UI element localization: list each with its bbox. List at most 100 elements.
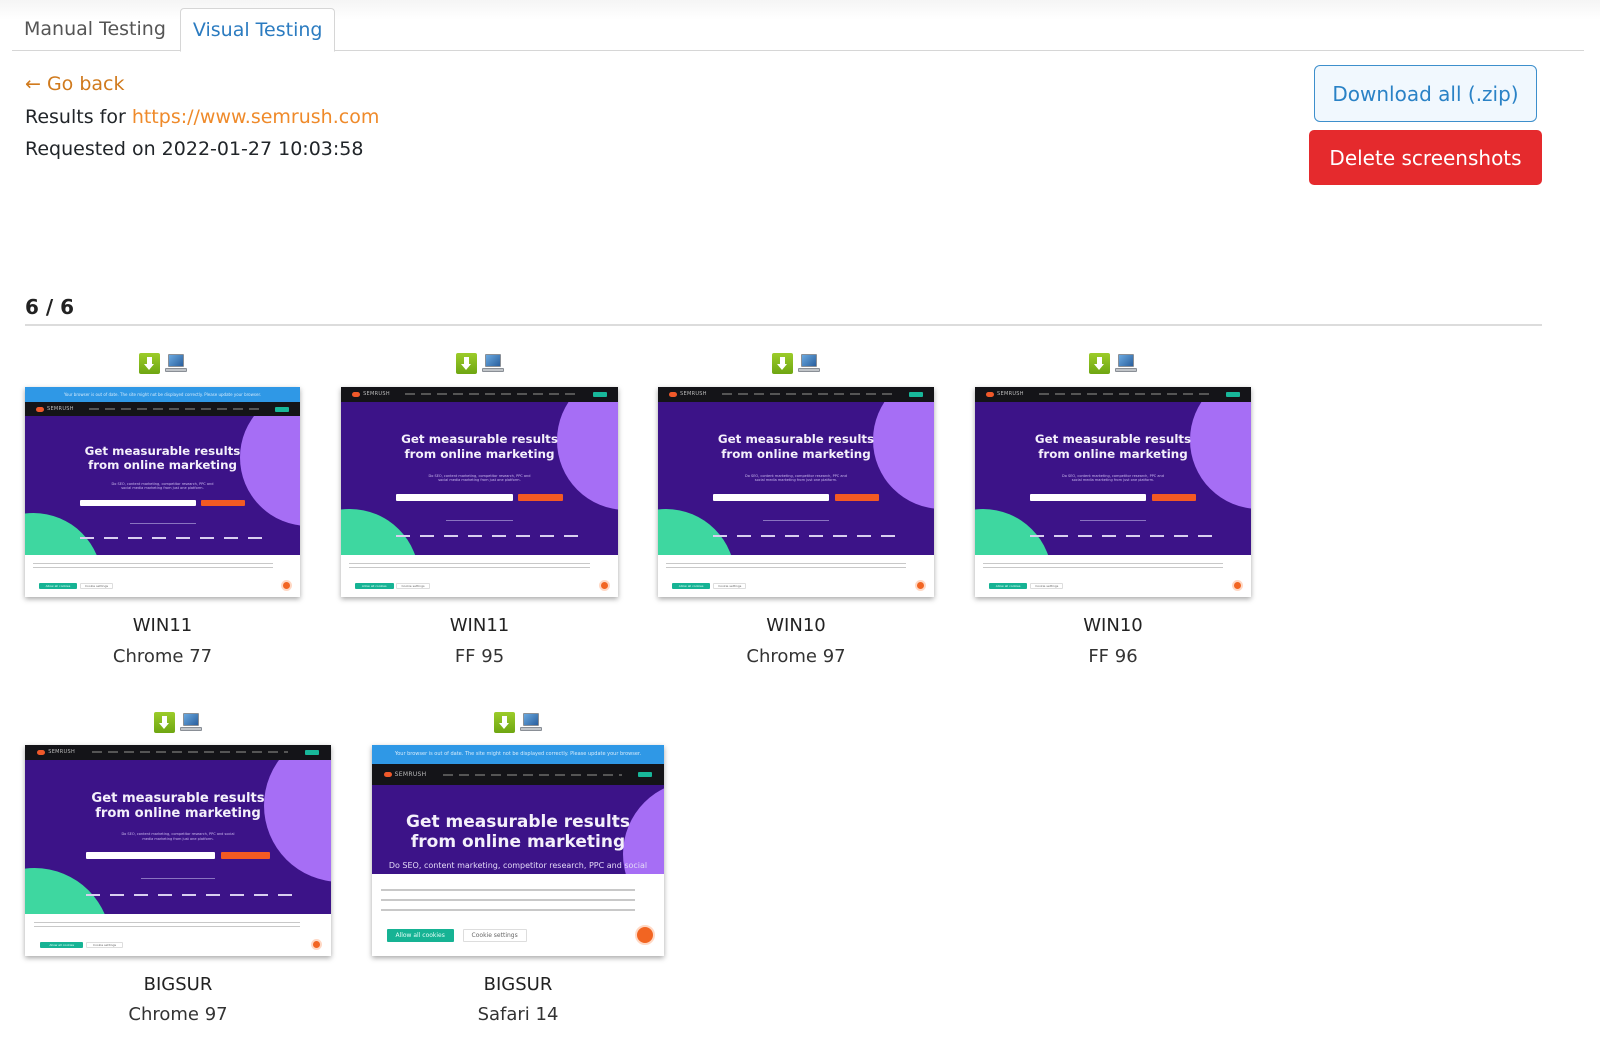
screenshot-thumbnail[interactable]: Your browser is out of date. The site mi… <box>372 745 664 956</box>
screenshot-thumbnail[interactable]: SEMRUSH Get measurable results from online… <box>341 387 618 597</box>
screenshot-thumbnail[interactable]: SEMRUSH Get measurable results from online… <box>975 387 1251 597</box>
allow-cookies-button: Allow all cookies <box>40 942 84 948</box>
decor-shape <box>975 508 1053 555</box>
download-icon[interactable] <box>455 353 477 374</box>
decor-shape <box>25 867 111 914</box>
allow-cookies-button: Allow all cookies <box>354 583 394 589</box>
screenshot-card: SEMRUSH Get measurable results from online… <box>25 712 331 1034</box>
os-label: BIGSUR <box>483 974 553 995</box>
download-icon[interactable] <box>138 353 160 374</box>
cookie-banner: Allow all cookies Cookie settings <box>341 555 618 597</box>
site-headline: Get measurable results from online market… <box>84 444 241 473</box>
computer-base <box>798 368 820 372</box>
computer-base <box>1115 368 1137 372</box>
cookie-settings-button: Cookie settings <box>462 929 527 942</box>
brand-logos <box>713 535 901 538</box>
delete-screenshots-button[interactable]: Delete screenshots <box>1309 130 1542 185</box>
card-icons <box>455 353 504 374</box>
computer-base <box>481 368 504 372</box>
cookie-banner: Allow all cookies Cookie settings <box>975 555 1251 597</box>
site-headline: Get measurable results from online market… <box>401 432 558 461</box>
requested-on-text: Requested on 2022-01-27 10:03:58 <box>25 138 364 160</box>
semrush-logo-icon <box>669 391 678 397</box>
results-count: 6 / 6 <box>25 295 75 319</box>
allow-cookies-button: Allow all cookies <box>671 583 711 589</box>
site-search-input <box>396 493 513 501</box>
computer-base <box>520 727 542 731</box>
site-nav-links <box>722 393 894 396</box>
chat-bubble-icon <box>310 939 322 950</box>
os-label: WIN10 <box>766 615 826 636</box>
card-icons <box>154 712 202 733</box>
card-icons <box>1089 353 1137 374</box>
browser-label: FF 95 <box>454 646 505 667</box>
screenshot-thumbnail[interactable]: SEMRUSH Get measurable results from online… <box>25 745 331 956</box>
go-back-link[interactable]: ← Go back <box>25 68 125 101</box>
site-headline: Get measurable results from online market… <box>91 790 265 822</box>
decor-shape <box>658 508 736 555</box>
cookie-banner: Allow all cookies Cookie settings <box>25 555 300 597</box>
screenshot-thumbnail[interactable]: SEMRUSH Get measurable results from online… <box>658 387 934 597</box>
download-all-button[interactable]: Download all (.zip) <box>1314 65 1537 122</box>
chat-bubble-icon <box>280 580 292 591</box>
tab-visual-testing[interactable]: Visual Testing <box>179 8 336 52</box>
screenshot-thumbnail[interactable]: Your browser is out of date. The site mi… <box>25 387 300 597</box>
decor-shape <box>25 513 102 555</box>
semrush-logo-icon <box>352 391 361 397</box>
cookie-text-line <box>380 898 635 901</box>
site-brand: SEMRUSH <box>48 749 76 756</box>
site-subtitle: Do SEO, content marketing, competitor re… <box>745 473 847 483</box>
site-nav-links <box>91 751 288 754</box>
site-headline: Get measurable results from online market… <box>406 811 630 853</box>
results-url-link[interactable]: https://www.semrush.com <box>132 106 380 128</box>
computer-screen <box>167 354 184 367</box>
site-headline: Get measurable results from online market… <box>717 432 875 461</box>
site-nav-links <box>442 773 623 776</box>
chat-bubble-icon <box>914 580 926 591</box>
site-headline: Get measurable results from online market… <box>1034 432 1192 461</box>
site-subtitle: Do SEO, content marketing, competitor re… <box>1062 473 1164 483</box>
site-brand: SEMRUSH <box>680 391 707 398</box>
browser-label: Chrome 77 <box>112 646 213 667</box>
cookie-settings-button: Cookie settings <box>396 583 430 589</box>
site-brand: SEMRUSH <box>394 771 427 779</box>
tab-bar: Manual Testing Visual Testing <box>12 8 1584 52</box>
trusted-by-text <box>762 519 830 521</box>
cookie-banner: Allow all cookies Cookie settings <box>658 555 934 597</box>
results-for-label: Results for <box>25 105 132 128</box>
download-icon[interactable] <box>494 712 515 733</box>
site-nav-links <box>405 393 578 396</box>
computer-base <box>180 727 202 731</box>
brand-logos <box>1030 535 1218 538</box>
site-search-input <box>80 499 196 506</box>
cookie-text-line <box>380 908 635 911</box>
outdated-browser-banner: Your browser is out of date. The site mi… <box>372 745 664 764</box>
os-label: WIN10 <box>1083 615 1143 636</box>
computer-screen <box>801 354 817 367</box>
allow-cookies-button: Allow all cookies <box>38 583 78 589</box>
brand-logos <box>396 535 585 538</box>
site-navbar: SEMRUSH <box>25 401 300 417</box>
download-icon[interactable] <box>154 712 175 733</box>
screenshot-card: SEMRUSH Get measurable results from online… <box>341 353 618 676</box>
trusted-by-text <box>129 523 196 525</box>
computer-screen <box>1118 354 1134 367</box>
cookie-settings-button: Cookie settings <box>1030 583 1064 589</box>
computer-screen <box>523 713 539 726</box>
tab-manual-testing[interactable]: Manual Testing <box>12 8 178 51</box>
site-brand: SEMRUSH <box>997 391 1024 398</box>
semrush-logo-icon <box>37 749 46 755</box>
cookie-settings-button: Cookie settings <box>80 583 113 589</box>
site-subtitle: Do SEO, content marketing, competitor re… <box>428 473 531 483</box>
download-icon[interactable] <box>772 353 793 374</box>
computer-icon <box>180 712 202 733</box>
chat-bubble-icon <box>598 580 610 591</box>
semrush-logo-icon <box>383 772 392 778</box>
site-start-button <box>834 493 879 501</box>
site-start-button <box>518 493 563 501</box>
decor-shape <box>341 508 419 555</box>
cookie-banner: Allow all cookies Cookie settings <box>25 913 331 956</box>
cookie-text-line <box>666 567 907 569</box>
download-icon[interactable] <box>1089 353 1110 374</box>
computer-icon <box>520 712 542 733</box>
